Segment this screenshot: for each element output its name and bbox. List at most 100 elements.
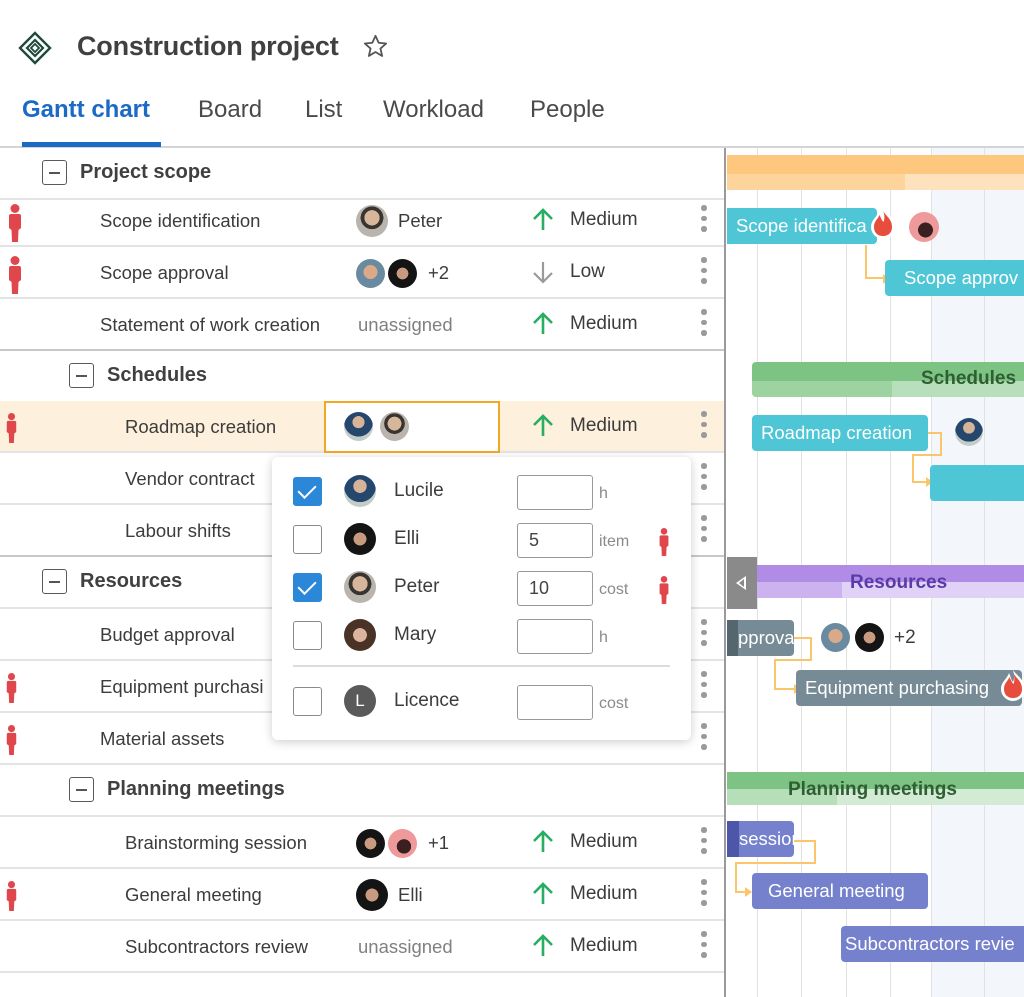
- extra-assignee-count: +2: [428, 262, 450, 283]
- unit-label: cost: [599, 581, 629, 598]
- collapse-toggle[interactable]: [69, 777, 94, 802]
- avatar-peter: [380, 412, 409, 441]
- dependency-arrow: [745, 887, 752, 897]
- value-input-peter[interactable]: [517, 571, 593, 606]
- checkbox-licence[interactable]: [293, 687, 322, 716]
- star-outline-icon[interactable]: [362, 33, 389, 60]
- resource-name: Licence: [394, 690, 460, 711]
- assignee-cell[interactable]: Elli: [356, 878, 423, 912]
- checkbox-elli[interactable]: [293, 525, 322, 554]
- tab-board[interactable]: Board: [198, 96, 262, 124]
- more-menu-icon[interactable]: [699, 931, 709, 963]
- table-row[interactable]: Scope identification Peter Medium: [0, 195, 724, 247]
- table-row[interactable]: Brainstorming session +1 Medium: [0, 817, 724, 869]
- table-row[interactable]: Scope approval +2 Low: [0, 247, 724, 299]
- collapse-toggle[interactable]: [69, 363, 94, 388]
- dependency-link: [928, 432, 942, 456]
- tab-gantt-chart[interactable]: Gantt chart: [22, 96, 150, 124]
- task-bar-vendor-contract[interactable]: [930, 465, 1024, 501]
- popup-person-row: Peter cost: [272, 567, 691, 607]
- task-bar-budget-approval[interactable]: pproval: [727, 620, 794, 656]
- assignee-cell[interactable]: +2: [356, 256, 449, 290]
- table-row-selected[interactable]: Roadmap creation Medium: [0, 401, 724, 453]
- person-name: Elli: [394, 528, 420, 549]
- group-row-project-scope[interactable]: Project scope: [0, 148, 724, 200]
- task-bar-subcontractors-review[interactable]: Subcontractors revie: [841, 926, 1024, 962]
- task-bar-scope-identification[interactable]: Scope identifica: [727, 208, 877, 244]
- resource-overload-icon: [659, 576, 669, 604]
- more-menu-icon[interactable]: [699, 879, 709, 911]
- checkbox-peter[interactable]: [293, 573, 322, 602]
- resource-overload-icon: [6, 413, 17, 443]
- header: Construction project Gantt chart Board L…: [0, 0, 1024, 148]
- value-input-licence[interactable]: [517, 685, 593, 720]
- project-bar-project-scope[interactable]: [727, 155, 1024, 191]
- assignee-cell-editing[interactable]: [324, 401, 500, 453]
- task-bar-general-meeting[interactable]: General meeting: [752, 873, 928, 909]
- collapse-grid-handle[interactable]: [727, 557, 757, 609]
- value-input-mary[interactable]: [517, 619, 593, 654]
- task-bar-equipment-purchasing[interactable]: Equipment purchasing: [796, 670, 1022, 706]
- more-menu-icon[interactable]: [699, 671, 709, 703]
- group-row-schedules[interactable]: Schedules: [0, 351, 724, 403]
- priority-cell[interactable]: Medium: [530, 207, 638, 233]
- tab-workload[interactable]: Workload: [383, 96, 484, 124]
- task-bar-brainstorming-session[interactable]: session: [727, 821, 794, 857]
- project-bar-label: Schedules: [921, 368, 1017, 389]
- task-bar-roadmap-creation[interactable]: Roadmap creation: [752, 415, 928, 451]
- value-input-elli[interactable]: [517, 523, 593, 558]
- project-bar-schedules[interactable]: Schedules: [752, 362, 1024, 398]
- project-bar-resources[interactable]: Resources: [757, 565, 1024, 601]
- avatar-sunglasses-man: [356, 258, 385, 288]
- tab-people[interactable]: People: [530, 96, 605, 124]
- priority-label: Medium: [570, 831, 638, 852]
- more-menu-icon[interactable]: [699, 205, 709, 237]
- priority-cell[interactable]: Medium: [530, 829, 638, 855]
- more-menu-icon[interactable]: [699, 827, 709, 859]
- collapse-toggle[interactable]: [42, 160, 67, 185]
- assignee-unassigned[interactable]: unassigned: [358, 314, 453, 336]
- more-menu-icon[interactable]: [699, 463, 709, 495]
- checkbox-lucile[interactable]: [293, 477, 322, 506]
- priority-cell[interactable]: Medium: [530, 413, 638, 439]
- avatar-elli: [356, 828, 385, 858]
- resource-overload-icon: [9, 204, 21, 242]
- more-menu-icon[interactable]: [699, 309, 709, 341]
- project-bar-planning-meetings[interactable]: Planning meetings: [727, 772, 1024, 808]
- popup-person-row: Mary h: [272, 615, 691, 655]
- table-row[interactable]: General meeting Elli Medium: [0, 869, 724, 921]
- priority-cell[interactable]: Medium: [530, 933, 638, 959]
- group-row-planning-meetings[interactable]: Planning meetings: [0, 765, 724, 817]
- assignee-cell[interactable]: Peter: [356, 204, 442, 238]
- collapse-toggle[interactable]: [42, 569, 67, 594]
- more-menu-icon[interactable]: [699, 723, 709, 755]
- page-title: Construction project: [77, 31, 339, 61]
- table-row[interactable]: Subcontractors review unassigned Medium: [0, 921, 724, 973]
- resource-overload-icon: [6, 725, 17, 755]
- more-menu-icon[interactable]: [699, 619, 709, 651]
- value-input-lucile[interactable]: [517, 475, 593, 510]
- more-menu-icon[interactable]: [699, 515, 709, 547]
- tab-list[interactable]: List: [305, 96, 342, 124]
- view-tabs: Gantt chart Board List Workload People: [0, 92, 1024, 148]
- assignee-unassigned[interactable]: unassigned: [358, 936, 453, 958]
- priority-label: Medium: [570, 209, 638, 230]
- dependency-link: [794, 637, 812, 661]
- resource-overload-icon: [6, 673, 17, 703]
- dependency-link: [774, 688, 796, 690]
- priority-cell[interactable]: Low: [530, 259, 605, 285]
- task-bar-scope-approval[interactable]: Scope approv: [885, 260, 1024, 296]
- assignee-name: Peter: [398, 210, 443, 231]
- checkbox-mary[interactable]: [293, 621, 322, 650]
- priority-cell[interactable]: Medium: [530, 881, 638, 907]
- more-menu-icon[interactable]: [699, 411, 709, 443]
- arrow-down-icon: [533, 262, 553, 284]
- arrow-up-icon: [533, 830, 553, 852]
- table-row[interactable]: Statement of work creation unassigned Me…: [0, 299, 724, 351]
- more-menu-icon[interactable]: [699, 257, 709, 289]
- assignee-cell[interactable]: +1: [356, 826, 449, 860]
- priority-cell[interactable]: Medium: [530, 311, 638, 337]
- avatar-reading-man: [388, 828, 417, 858]
- task-name: Statement of work creation: [100, 314, 321, 335]
- avatar-elli: [855, 623, 884, 652]
